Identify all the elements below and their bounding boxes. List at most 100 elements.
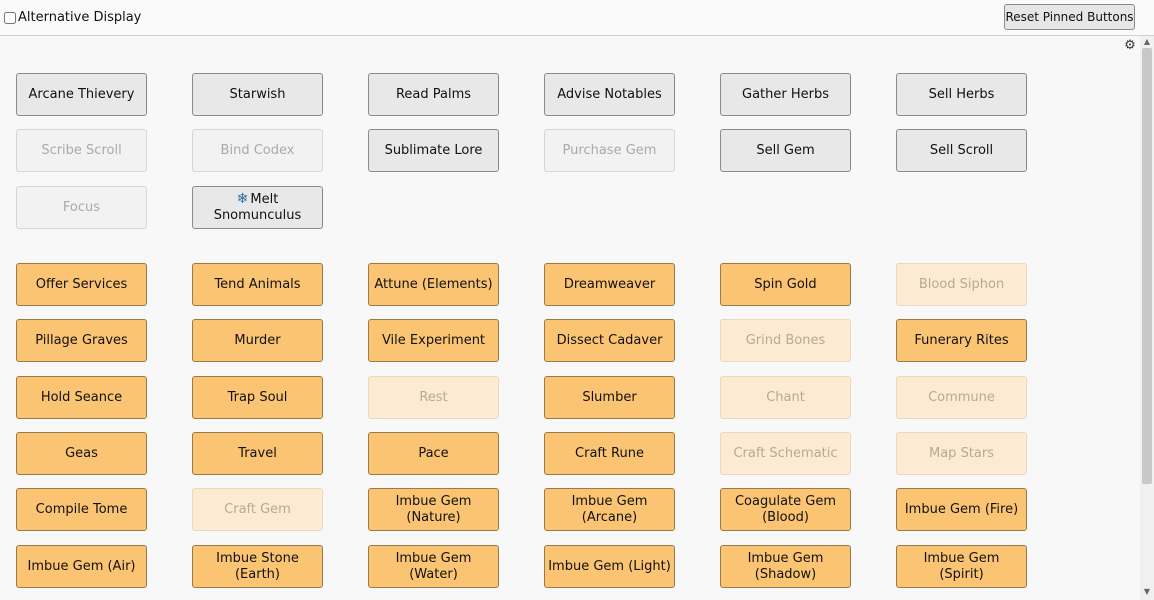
button-label: Pace bbox=[418, 445, 449, 461]
button-label-wrap: Imbue Gem (Shadow) bbox=[724, 551, 847, 583]
button-label-wrap: Dissect Cadaver bbox=[557, 333, 663, 349]
button-label: Imbue Gem (Shadow) bbox=[747, 550, 824, 582]
read-palms-button[interactable]: Read Palms bbox=[368, 73, 499, 116]
button-label: Dreamweaver bbox=[563, 276, 656, 292]
coagulate-gem-blood-button[interactable]: Coagulate Gem (Blood) bbox=[720, 488, 851, 531]
button-label: Imbue Gem (Air) bbox=[27, 558, 136, 574]
button-label: Sublimate Lore bbox=[384, 142, 483, 158]
scroll-down-icon[interactable]: ▼ bbox=[1140, 586, 1154, 598]
button-label-wrap: Trap Soul bbox=[228, 390, 288, 406]
spin-gold-button[interactable]: Spin Gold bbox=[720, 263, 851, 306]
button-label: Purchase Gem bbox=[562, 142, 657, 158]
sell-gem-button[interactable]: Sell Gem bbox=[720, 129, 851, 172]
button-label: Imbue Gem (Arcane) bbox=[571, 493, 648, 525]
button-label: Spin Gold bbox=[754, 276, 817, 292]
button-label: Scribe Scroll bbox=[41, 142, 122, 158]
button-label-wrap: Map Stars bbox=[929, 446, 994, 462]
pace-button[interactable]: Pace bbox=[368, 432, 499, 475]
hold-seance-button[interactable]: Hold Seance bbox=[16, 376, 147, 419]
alternative-display-checkbox[interactable] bbox=[4, 11, 16, 24]
button-label-wrap: Sublimate Lore bbox=[385, 143, 483, 159]
offer-services-button[interactable]: Offer Services bbox=[16, 263, 147, 306]
button-label-wrap: Craft Gem bbox=[224, 502, 291, 518]
imbue-gem-water-button[interactable]: Imbue Gem (Water) bbox=[368, 545, 499, 588]
commune-button[interactable]: Commune bbox=[896, 376, 1027, 419]
grind-bones-button[interactable]: Grind Bones bbox=[720, 319, 851, 362]
button-label-wrap: Sell Gem bbox=[756, 143, 814, 159]
trap-soul-button[interactable]: Trap Soul bbox=[192, 376, 323, 419]
button-label: Focus bbox=[62, 199, 101, 215]
blood-siphon-button[interactable]: Blood Siphon bbox=[896, 263, 1027, 306]
button-label-wrap: Compile Tome bbox=[36, 502, 128, 518]
button-label-wrap: Grind Bones bbox=[746, 333, 826, 349]
button-label: Read Palms bbox=[395, 86, 472, 102]
craft-rune-button[interactable]: Craft Rune bbox=[544, 432, 675, 475]
murder-button[interactable]: Murder bbox=[192, 319, 323, 362]
dissect-cadaver-button[interactable]: Dissect Cadaver bbox=[544, 319, 675, 362]
craft-schematic-button[interactable]: Craft Schematic bbox=[720, 432, 851, 475]
imbue-gem-nature-button[interactable]: Imbue Gem (Nature) bbox=[368, 488, 499, 531]
imbue-gem-fire-button[interactable]: Imbue Gem (Fire) bbox=[896, 488, 1027, 531]
imbue-gem-light-button[interactable]: Imbue Gem (Light) bbox=[544, 545, 675, 588]
button-label: Dissect Cadaver bbox=[556, 332, 663, 348]
advise-notables-button[interactable]: Advise Notables bbox=[544, 73, 675, 116]
compile-tome-button[interactable]: Compile Tome bbox=[16, 488, 147, 531]
button-label: Geas bbox=[65, 445, 98, 461]
chant-button[interactable]: Chant bbox=[720, 376, 851, 419]
button-label-wrap: Imbue Gem (Nature) bbox=[372, 494, 495, 526]
gather-herbs-button[interactable]: Gather Herbs bbox=[720, 73, 851, 116]
purchase-gem-button[interactable]: Purchase Gem bbox=[544, 129, 675, 172]
button-label: Imbue Gem (Fire) bbox=[904, 501, 1019, 517]
imbue-gem-air-button[interactable]: Imbue Gem (Air) bbox=[16, 545, 147, 588]
vile-experiment-button[interactable]: Vile Experiment bbox=[368, 319, 499, 362]
button-label-wrap: Hold Seance bbox=[41, 390, 122, 406]
button-label: Imbue Gem (Water) bbox=[395, 550, 472, 582]
button-label: Offer Services bbox=[35, 276, 128, 292]
button-label-wrap: Commune bbox=[928, 390, 995, 406]
sell-scroll-button[interactable]: Sell Scroll bbox=[896, 129, 1027, 172]
button-label-wrap: Pillage Graves bbox=[35, 333, 128, 349]
imbue-gem-arcane-button[interactable]: Imbue Gem (Arcane) bbox=[544, 488, 675, 531]
imbue-gem-spirit-button[interactable]: Imbue Gem (Spirit) bbox=[896, 545, 1027, 588]
dreamweaver-button[interactable]: Dreamweaver bbox=[544, 263, 675, 306]
button-label: Coagulate Gem (Blood) bbox=[734, 493, 837, 525]
pillage-graves-button[interactable]: Pillage Graves bbox=[16, 319, 147, 362]
button-label: Trap Soul bbox=[227, 389, 288, 405]
button-label-wrap: Murder bbox=[234, 333, 280, 349]
sell-herbs-button[interactable]: Sell Herbs bbox=[896, 73, 1027, 116]
tend-animals-button[interactable]: Tend Animals bbox=[192, 263, 323, 306]
sublimate-lore-button[interactable]: Sublimate Lore bbox=[368, 129, 499, 172]
button-label: Bind Codex bbox=[220, 142, 295, 158]
map-stars-button[interactable]: Map Stars bbox=[896, 432, 1027, 475]
geas-button[interactable]: Geas bbox=[16, 432, 147, 475]
button-label-wrap: Purchase Gem bbox=[563, 143, 657, 159]
slumber-button[interactable]: Slumber bbox=[544, 376, 675, 419]
starwish-button[interactable]: Starwish bbox=[192, 73, 323, 116]
button-label-wrap: Imbue Gem (Light) bbox=[548, 559, 671, 575]
bind-codex-button[interactable]: Bind Codex bbox=[192, 129, 323, 172]
rest-button[interactable]: Rest bbox=[368, 376, 499, 419]
scroll-up-icon[interactable]: ▲ bbox=[1140, 36, 1154, 48]
melt-snomunculus-button[interactable]: ❄ Melt Snomunculus bbox=[192, 186, 323, 229]
gear-icon[interactable]: ⚙ bbox=[1123, 39, 1137, 53]
scribe-scroll-button[interactable]: Scribe Scroll bbox=[16, 129, 147, 172]
alternative-display-toggle[interactable]: Alternative Display bbox=[4, 10, 141, 25]
reset-pinned-buttons-button[interactable]: Reset Pinned Buttons bbox=[1004, 4, 1135, 30]
button-label: Grind Bones bbox=[745, 332, 826, 348]
attune-elements-button[interactable]: Attune (Elements) bbox=[368, 263, 499, 306]
arcane-thievery-button[interactable]: Arcane Thievery bbox=[16, 73, 147, 116]
imbue-stone-earth-button[interactable]: Imbue Stone (Earth) bbox=[192, 545, 323, 588]
imbue-gem-shadow-button[interactable]: Imbue Gem (Shadow) bbox=[720, 545, 851, 588]
button-label-wrap: Offer Services bbox=[36, 277, 127, 293]
button-label-wrap: Imbue Gem (Spirit) bbox=[900, 551, 1023, 583]
focus-button[interactable]: Focus bbox=[16, 186, 147, 229]
travel-button[interactable]: Travel bbox=[192, 432, 323, 475]
vertical-scrollbar[interactable]: ▲ ▼ bbox=[1140, 36, 1154, 600]
funerary-rites-button[interactable]: Funerary Rites bbox=[896, 319, 1027, 362]
button-label: Craft Schematic bbox=[733, 445, 838, 461]
button-label: Sell Scroll bbox=[929, 142, 994, 158]
scrollbar-thumb[interactable] bbox=[1142, 48, 1152, 484]
button-label-wrap: Attune (Elements) bbox=[374, 277, 492, 293]
craft-gem-button[interactable]: Craft Gem bbox=[192, 488, 323, 531]
button-label: Commune bbox=[928, 389, 995, 405]
